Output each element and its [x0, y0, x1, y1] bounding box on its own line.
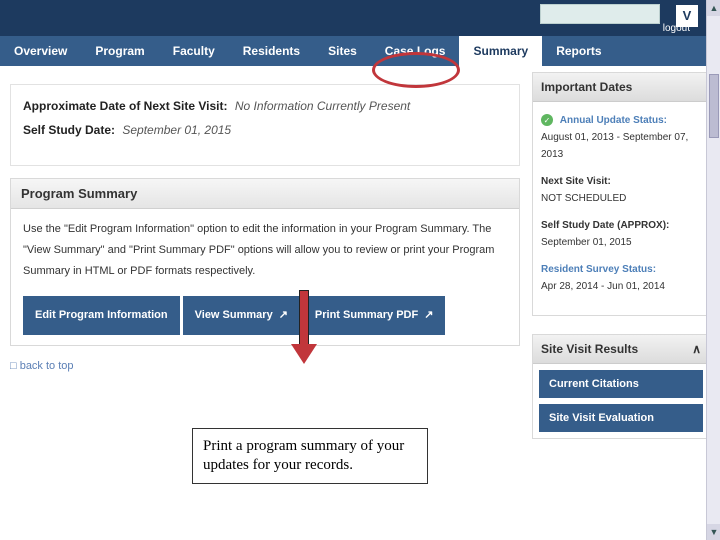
main-column: Approximate Date of Next Site Visit: No … [10, 72, 520, 457]
collapse-icon[interactable]: ∧ [692, 342, 701, 356]
annual-update-status-link[interactable]: Annual Update Status: [560, 115, 667, 126]
program-summary-panel: Program Summary Use the "Edit Program In… [10, 178, 520, 346]
program-summary-help: Use the "Edit Program Information" optio… [23, 219, 507, 282]
resident-survey-status-link[interactable]: Resident Survey Status: [541, 261, 701, 278]
scroll-thumb[interactable] [709, 74, 719, 138]
sidebar: Important Dates ✓ Annual Update Status: … [532, 72, 710, 457]
back-to-top-link[interactable]: □ back to top [10, 360, 520, 372]
next-visit-label: Approximate Date of Next Site Visit: [23, 99, 228, 113]
scroll-down-icon[interactable]: ▼ [707, 524, 720, 540]
vertical-scrollbar[interactable]: ▲ ▼ [706, 0, 720, 540]
site-visit-results-title: Site Visit Results [541, 342, 638, 356]
tab-faculty[interactable]: Faculty [159, 36, 229, 66]
site-visit-results-panel: Site Visit Results ∧ Current Citations S… [532, 334, 710, 439]
view-summary-button[interactable]: View Summary [183, 296, 300, 335]
print-summary-label: Print Summary PDF [315, 305, 418, 326]
search-input[interactable] [540, 4, 660, 24]
tab-summary[interactable]: Summary [459, 36, 542, 66]
next-site-visit-value: NOT SCHEDULED [541, 190, 701, 207]
important-dates-panel: Important Dates ✓ Annual Update Status: … [532, 72, 710, 316]
site-visit-evaluation-button[interactable]: Site Visit Evaluation [539, 404, 703, 432]
tab-sites[interactable]: Sites [314, 36, 371, 66]
self-study-label: Self Study Date: [23, 123, 115, 137]
self-study-value: September 01, 2015 [122, 123, 231, 137]
logout-link[interactable]: logout [663, 23, 690, 34]
external-icon [279, 305, 288, 326]
tab-case-logs[interactable]: Case Logs [371, 36, 460, 66]
action-row: Edit Program Information View Summary Pr… [23, 296, 507, 335]
next-visit-value: No Information Currently Present [235, 99, 410, 113]
self-study-date-value: September 01, 2015 [541, 234, 701, 251]
tab-residents[interactable]: Residents [229, 36, 314, 66]
topbar: V logout [0, 0, 720, 36]
tab-overview[interactable]: Overview [0, 36, 81, 66]
next-site-visit-label: Next Site Visit: [541, 173, 701, 190]
view-summary-label: View Summary [195, 305, 273, 326]
external-icon [424, 305, 433, 326]
current-citations-button[interactable]: Current Citations [539, 370, 703, 398]
print-summary-button[interactable]: Print Summary PDF [303, 296, 446, 335]
main-nav: OverviewProgramFacultyResidentsSitesCase… [0, 36, 720, 66]
check-icon: ✓ [541, 114, 553, 126]
important-dates-title: Important Dates [533, 73, 709, 102]
tab-program[interactable]: Program [81, 36, 158, 66]
annotation-callout: Print a program summary of your updates … [192, 428, 428, 484]
self-study-date-label: Self Study Date (APPROX): [541, 217, 701, 234]
annual-update-status-value: August 01, 2013 - September 07, 2013 [541, 129, 701, 163]
edit-program-button[interactable]: Edit Program Information [23, 296, 180, 335]
tab-reports[interactable]: Reports [542, 36, 615, 66]
resident-survey-status-value: Apr 28, 2014 - Jun 01, 2014 [541, 278, 701, 295]
info-block: Approximate Date of Next Site Visit: No … [10, 84, 520, 166]
scroll-up-icon[interactable]: ▲ [707, 0, 720, 16]
program-summary-title: Program Summary [11, 179, 519, 209]
